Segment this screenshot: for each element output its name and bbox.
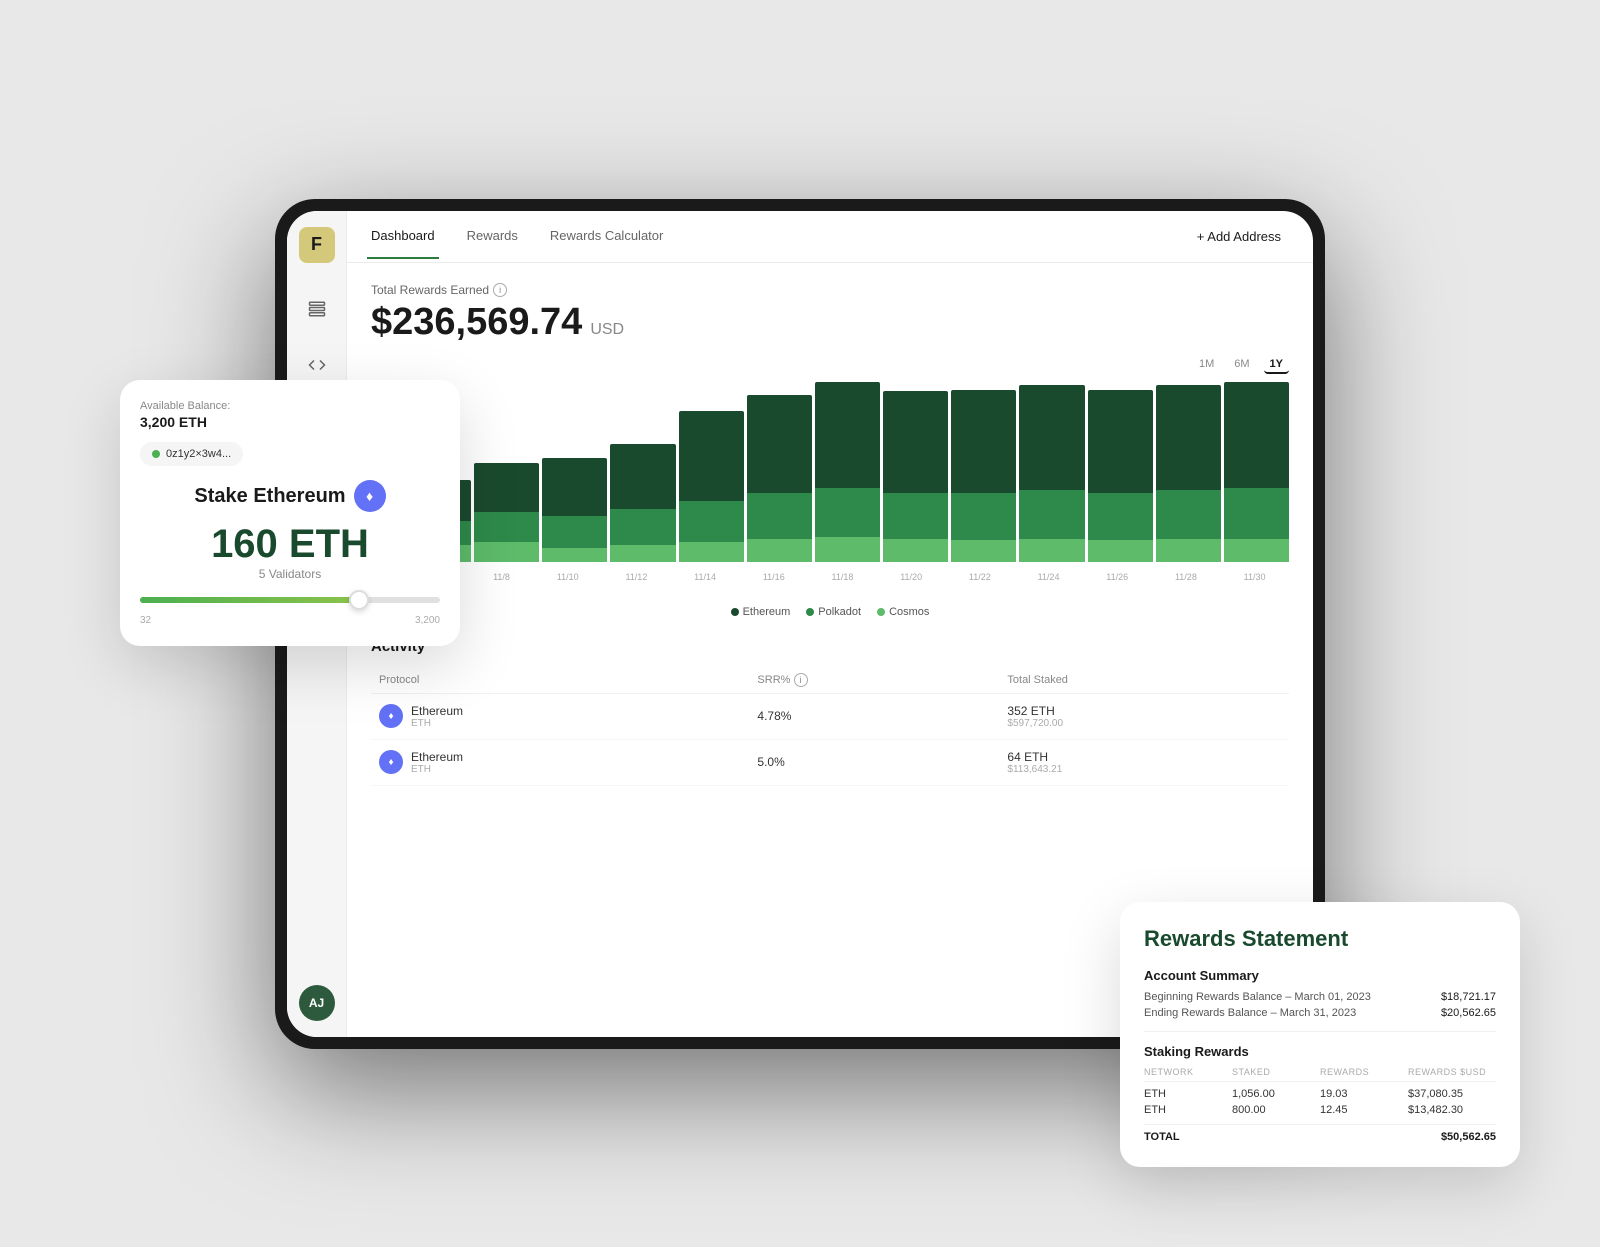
eth-icon-2: ♦	[379, 750, 403, 774]
chart-legend: Ethereum Polkadot Cosmos	[371, 606, 1289, 618]
tab-rewards-calculator[interactable]: Rewards Calculator	[546, 214, 667, 259]
rewards-statement-card: Rewards Statement Account Summary Beginn…	[1120, 902, 1520, 1167]
activity-table: Protocol SRR% i Total Staked	[371, 667, 1289, 786]
time-btn-1m[interactable]: 1M	[1193, 356, 1220, 374]
address-pill[interactable]: 0z1y2×3w4...	[140, 442, 243, 466]
bar-group	[1019, 382, 1084, 562]
x-label: 11/16	[763, 572, 785, 582]
address-dot	[152, 450, 160, 458]
protocol-cell-1: ♦ Ethereum ETH	[379, 704, 741, 729]
protocol-name-2: Ethereum	[411, 750, 463, 764]
chart-controls: 1M 6M 1Y	[371, 356, 1289, 374]
rs-total-row: TOTAL $50,562.65	[1144, 1124, 1496, 1143]
x-label: 11/10	[557, 572, 579, 582]
bar-group	[679, 382, 744, 562]
chart-x-labels: 11/611/811/1011/1211/1411/1611/1811/2011…	[406, 572, 1289, 582]
x-label: 11/22	[969, 572, 991, 582]
bar-group	[883, 382, 948, 562]
eth-badge: ♦	[354, 480, 386, 512]
stake-title: Stake Ethereum ♦	[140, 480, 440, 512]
slider-labels: 32 3,200	[140, 615, 440, 626]
col-staked: Total Staked	[999, 667, 1289, 694]
x-label: 11/8	[493, 572, 510, 582]
rs-staking-rewards-title: Staking Rewards	[1144, 1044, 1496, 1059]
slider-track	[140, 597, 440, 603]
x-label: 11/30	[1244, 572, 1266, 582]
legend-cosmos: Cosmos	[877, 606, 929, 618]
x-label: 11/14	[694, 572, 716, 582]
bar-group	[542, 382, 607, 562]
stake-amount: 160 ETH	[140, 522, 440, 567]
bar-group	[610, 382, 675, 562]
sidebar-avatar[interactable]: AJ	[299, 985, 335, 1021]
time-btn-1y[interactable]: 1Y	[1264, 356, 1289, 374]
tab-rewards[interactable]: Rewards	[463, 214, 522, 259]
activity-title: Activity	[371, 638, 1289, 655]
protocol-cell-2: ♦ Ethereum ETH	[379, 750, 741, 775]
staked-amount-2: 64 ETH	[1007, 750, 1281, 764]
rs-table-header: NETWORK STAKED REWARDS REWARDS $USD	[1144, 1067, 1496, 1082]
table-row: ♦ Ethereum ETH 5.0% 64 ETH	[371, 739, 1289, 785]
x-label: 11/18	[832, 572, 854, 582]
legend-ethereum: Ethereum	[731, 606, 791, 618]
rs-row-ending: Ending Rewards Balance – March 31, 2023 …	[1144, 1007, 1496, 1019]
table-row: ♦ Ethereum ETH 4.78% 352 ET	[371, 693, 1289, 739]
x-label: 11/12	[625, 572, 647, 582]
slider-thumb[interactable]	[349, 590, 369, 610]
rs-row-beginning: Beginning Rewards Balance – March 01, 20…	[1144, 991, 1496, 1003]
stake-card: Available Balance: 3,200 ETH 0z1y2×3w4..…	[120, 380, 460, 646]
chart-bars-area	[406, 382, 1289, 562]
time-btn-6m[interactable]: 6M	[1228, 356, 1255, 374]
code-icon[interactable]	[299, 347, 335, 383]
srr-2: 5.0%	[749, 739, 999, 785]
validators-label: 5 Validators	[140, 567, 440, 581]
col-srr: SRR% i	[749, 667, 999, 694]
rs-divider	[1144, 1031, 1496, 1032]
activity-section: Activity Protocol SRR% i Total Staked	[371, 638, 1289, 786]
x-label: 11/24	[1038, 572, 1060, 582]
chart-section: 1M 6M 1Y $500 $5K $40...	[371, 356, 1289, 618]
staked-usd-1: $597,720.00	[1007, 718, 1281, 729]
bar-group	[1156, 382, 1221, 562]
bar-group	[1224, 382, 1289, 562]
x-label: 11/28	[1175, 572, 1197, 582]
srr-1: 4.78%	[749, 693, 999, 739]
x-label: 11/20	[900, 572, 922, 582]
col-protocol: Protocol	[371, 667, 749, 694]
rs-title: Rewards Statement	[1144, 926, 1496, 952]
total-amount: $236,569.74 USD	[371, 301, 1289, 344]
rs-account-summary-title: Account Summary	[1144, 968, 1496, 983]
rs-table-row-2: ETH 800.00 12.45 $13,482.30	[1144, 1104, 1496, 1116]
total-rewards-label: Total Rewards Earned i	[371, 283, 1289, 297]
staked-usd-2: $113,643.21	[1007, 764, 1281, 775]
bar-group	[815, 382, 880, 562]
srr-info-icon: i	[794, 673, 808, 687]
legend-polkadot: Polkadot	[806, 606, 861, 618]
add-address-button[interactable]: + Add Address	[1185, 223, 1293, 250]
x-label: 11/26	[1106, 572, 1128, 582]
chart-container: $500 $5K $40... 11/611/811/1011/1211/141…	[371, 382, 1289, 582]
top-nav: Dashboard Rewards Rewards Calculator + A…	[347, 211, 1313, 263]
available-balance-amount: 3,200 ETH	[140, 414, 440, 430]
slider-fill	[140, 597, 359, 603]
currency-label: USD	[590, 321, 624, 339]
available-balance-label: Available Balance:	[140, 400, 440, 412]
staked-amount-1: 352 ETH	[1007, 704, 1281, 718]
sidebar-logo[interactable]: F	[299, 227, 335, 263]
bar-group	[951, 382, 1016, 562]
info-icon: i	[493, 283, 507, 297]
slider-container[interactable]	[140, 597, 440, 603]
bar-group	[1088, 382, 1153, 562]
protocol-name-1: Ethereum	[411, 704, 463, 718]
layers-icon[interactable]	[299, 291, 335, 327]
tab-dashboard[interactable]: Dashboard	[367, 214, 439, 259]
protocol-sub-2: ETH	[411, 764, 463, 775]
bar-group	[474, 382, 539, 562]
rs-table-row-1: ETH 1,056.00 19.03 $37,080.35	[1144, 1088, 1496, 1100]
protocol-sub-1: ETH	[411, 718, 463, 729]
eth-icon-1: ♦	[379, 704, 403, 728]
bar-group	[747, 382, 812, 562]
